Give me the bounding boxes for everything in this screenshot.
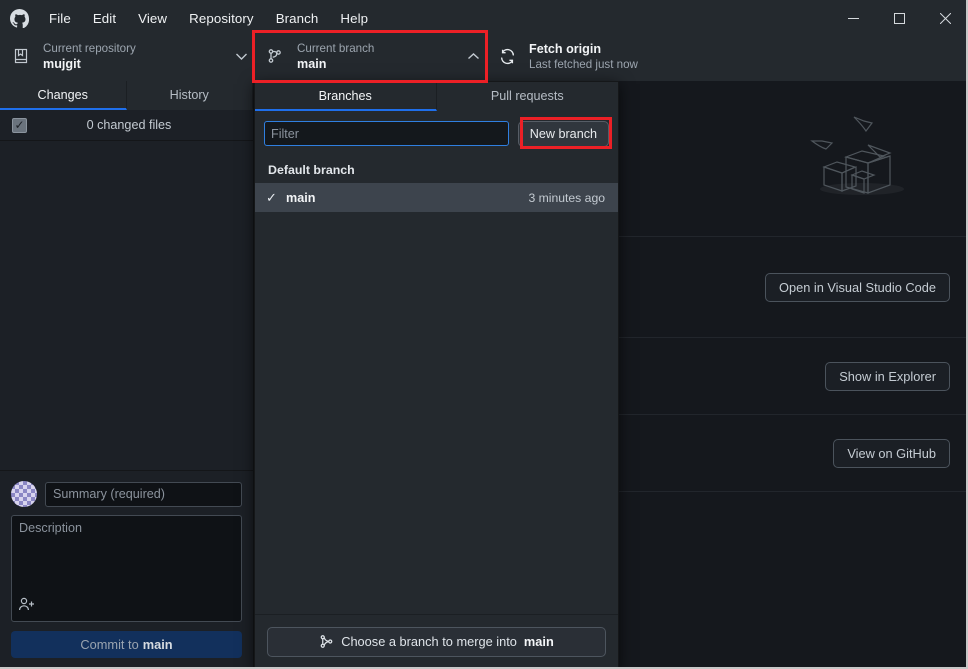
commit-summary-input[interactable] (45, 481, 242, 507)
fetch-sublabel: Last fetched just now (529, 57, 638, 71)
sidebar: Changes History ✓ 0 changed files Summar… (0, 81, 254, 667)
chevron-up-icon (461, 52, 485, 60)
repo-icon (13, 48, 43, 64)
changed-file-list (0, 141, 253, 486)
merge-icon (319, 634, 334, 649)
tab-history[interactable]: History (127, 81, 253, 110)
fetch-label: Fetch origin (529, 41, 602, 56)
show-in-explorer-button[interactable]: Show in Explorer (825, 361, 950, 391)
commit-to-main-button[interactable]: Commit to main (11, 631, 242, 658)
commit-description-input[interactable] (12, 516, 241, 594)
fetch-origin-button[interactable]: Fetch origin Last fetched just now (486, 31, 712, 81)
branch-timestamp: 3 minutes ago (528, 190, 605, 205)
view-on-github-button[interactable]: View on GitHub (833, 438, 950, 468)
branch-dropdown-panel: Branches Pull requests New branch Defaul… (254, 81, 619, 667)
tab-changes[interactable]: Changes (0, 81, 127, 110)
toolbar: Current repository mujgit Current branch… (0, 31, 966, 81)
new-branch-button[interactable]: New branch (517, 120, 609, 147)
branch-value: main (297, 56, 327, 71)
repo-label: Current repository (43, 41, 136, 55)
fetch-text: Fetch origin Last fetched just now (529, 41, 712, 72)
commit-button-prefix: Commit to (80, 637, 139, 652)
sync-icon (499, 48, 529, 65)
repo-text: Current repository mujgit (43, 41, 229, 72)
boxes-illustration-icon (802, 101, 922, 201)
choose-branch-to-merge-button[interactable]: Choose a branch to merge into main (267, 626, 606, 657)
add-person-icon[interactable] (18, 596, 36, 617)
current-repository-button[interactable]: Current repository mujgit (0, 31, 254, 81)
commit-description-wrap (11, 515, 242, 622)
dropdown-tabs: Branches Pull requests (255, 82, 618, 111)
tab-branches[interactable]: Branches (255, 82, 437, 111)
branch-text: Current branch main (297, 41, 461, 72)
summary-row (11, 481, 242, 507)
list-item[interactable]: ✓ main 3 minutes ago (255, 183, 618, 212)
dropdown-footer: Choose a branch to merge into main (255, 614, 618, 667)
branch-name: main (286, 190, 316, 205)
default-branch-header: Default branch (268, 162, 355, 177)
sidebar-tabs: Changes History (0, 81, 253, 110)
repo-value: mujgit (43, 56, 81, 71)
chevron-down-icon (229, 53, 253, 60)
commit-form: Commit to main (0, 470, 253, 667)
branch-icon (267, 48, 297, 64)
select-all-checkbox[interactable]: ✓ (12, 117, 27, 133)
open-in-editor-button[interactable]: Open in Visual Studio Code (765, 272, 950, 302)
github-desktop-window: File Edit View Repository Branch Help Cu… (0, 0, 968, 669)
tab-pull-requests[interactable]: Pull requests (437, 82, 619, 111)
branch-label: Current branch (297, 41, 375, 55)
commit-button-branch: main (142, 637, 173, 652)
merge-button-branch: main (523, 634, 554, 649)
avatar (11, 481, 37, 507)
branch-list: ✓ main 3 minutes ago (255, 183, 618, 614)
changed-files-count: 0 changed files (86, 118, 172, 132)
changed-files-header: ✓ 0 changed files (0, 110, 253, 141)
dropdown-filter-row: New branch (255, 111, 618, 156)
check-icon: ✓ (266, 189, 277, 205)
merge-button-prefix: Choose a branch to merge into (341, 634, 517, 649)
current-branch-button[interactable]: Current branch main (254, 31, 486, 81)
branch-filter-input[interactable] (264, 121, 509, 146)
